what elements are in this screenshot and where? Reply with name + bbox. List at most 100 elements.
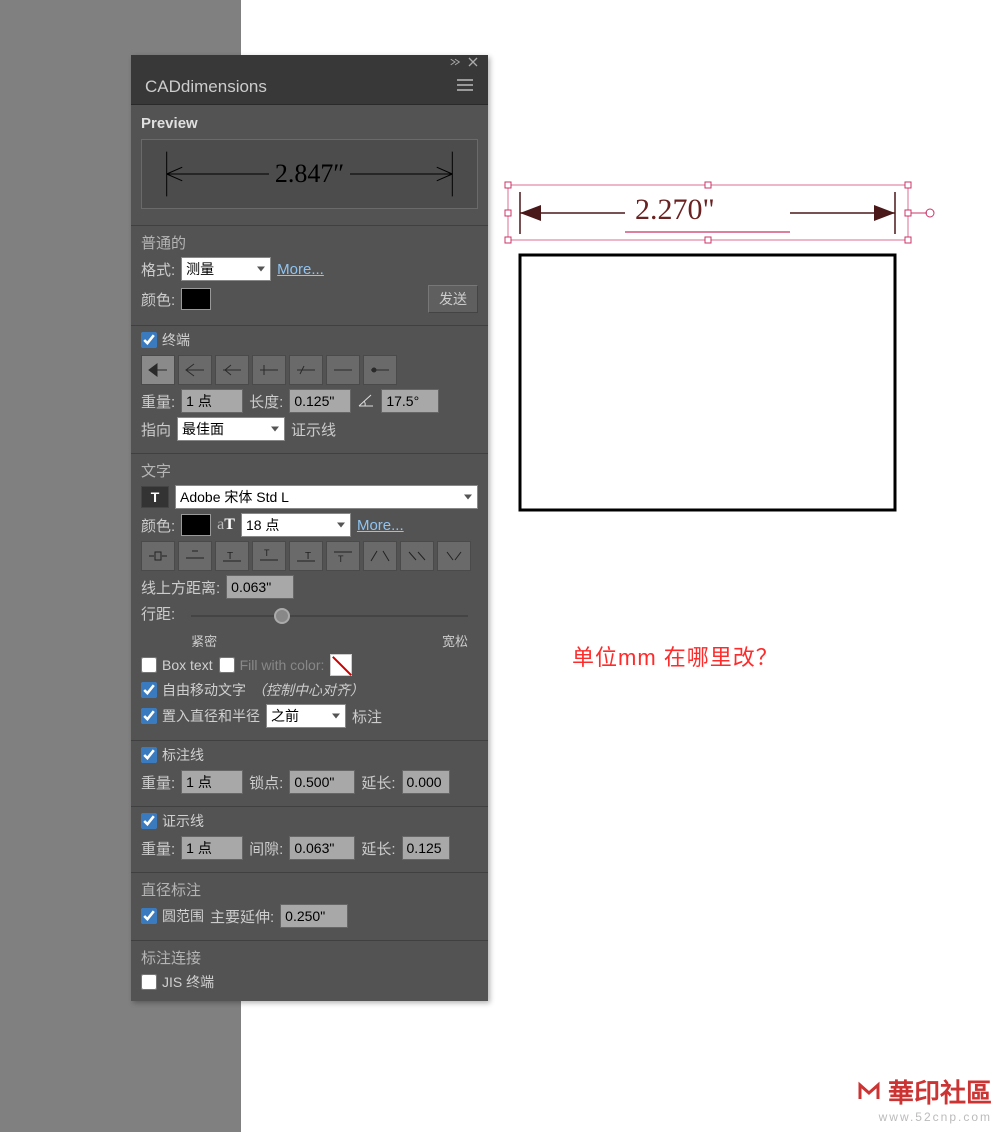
loose-label: 宽松	[442, 631, 468, 650]
text-pos-5[interactable]: T	[289, 541, 323, 571]
font-size-select[interactable]: 18 点	[241, 513, 351, 537]
circle-range-check[interactable]: 圆范围	[141, 906, 204, 926]
witness-label: 证示线	[291, 419, 336, 440]
insert-dia-check[interactable]: 置入直径和半径	[141, 706, 260, 726]
lead-label: 行距:	[141, 603, 175, 624]
dl-lock-label: 锁点:	[249, 772, 283, 793]
connect-section: 标注连接 JIS 终端	[131, 941, 488, 1001]
send-button[interactable]: 发送	[428, 285, 478, 313]
main-ext-label: 主要延伸:	[210, 906, 274, 927]
collapse-icon[interactable]	[450, 54, 460, 70]
question-text: 单位mm 在哪里改？	[572, 640, 779, 672]
free-move-hint: （控制中心对齐）	[252, 680, 364, 700]
format-select[interactable]: 测量	[181, 257, 271, 281]
wl-weight-input[interactable]	[181, 836, 243, 860]
length-input[interactable]	[289, 389, 351, 413]
arrow-style-5[interactable]	[289, 355, 323, 385]
tight-label: 紧密	[191, 631, 217, 650]
text-color-label: 颜色:	[141, 515, 175, 536]
witness-section: 证示线 重量: 间隙: 延长:	[131, 807, 488, 873]
terminal-check[interactable]: 终端	[141, 330, 190, 350]
arrow-style-1[interactable]	[141, 355, 175, 385]
text-pos-6[interactable]: T	[326, 541, 360, 571]
text-pos-4[interactable]: T	[252, 541, 286, 571]
font-size-icon: aT	[217, 516, 235, 534]
dl-weight-input[interactable]	[181, 770, 243, 794]
wl-gap-label: 间隙:	[249, 838, 283, 859]
dl-weight-label: 重量:	[141, 772, 175, 793]
wl-ext-input[interactable]	[402, 836, 450, 860]
angle-input[interactable]	[381, 389, 439, 413]
format-label: 格式:	[141, 259, 175, 280]
text-pos-7[interactable]	[363, 541, 397, 571]
lead-slider[interactable]	[191, 605, 468, 629]
terminal-section: 终端 重量: 长度: 指向 最佳面 证示线	[131, 326, 488, 454]
weight-label: 重量:	[141, 391, 175, 412]
color-swatch[interactable]	[181, 288, 211, 310]
free-move-check[interactable]: 自由移动文字	[141, 680, 246, 700]
orient-select[interactable]: 最佳面	[177, 417, 285, 441]
weight-input[interactable]	[181, 389, 243, 413]
watermark-main: 華印社區	[888, 1073, 992, 1110]
watermark-sub: www.52cnp.com	[854, 1110, 992, 1124]
canvas-area: 2.270"	[500, 155, 940, 545]
panel-controls	[131, 55, 488, 69]
main-ext-input[interactable]	[280, 904, 348, 928]
menu-icon[interactable]	[456, 76, 474, 97]
svg-text:T: T	[264, 548, 270, 558]
svg-text:T: T	[227, 551, 233, 562]
text-pos-1[interactable]	[141, 541, 175, 571]
dimline-check[interactable]: 标注线	[141, 745, 204, 765]
text-pos-2[interactable]	[178, 541, 212, 571]
text-more-link[interactable]: More...	[357, 517, 404, 534]
diameter-title: 直径标注	[141, 879, 478, 900]
wl-gap-input[interactable]	[289, 836, 355, 860]
arrowhead-group	[141, 355, 478, 385]
panel-window: CADdimensions Preview 2.847″ 普通的 格式: 测量 …	[131, 55, 488, 1001]
canvas-dim-text: 2.270"	[635, 193, 715, 227]
wl-ext-label: 延长:	[361, 838, 395, 859]
arrow-style-7[interactable]	[363, 355, 397, 385]
above-input[interactable]	[226, 575, 294, 599]
text-pos-group: T T T T	[141, 541, 478, 571]
close-icon[interactable]	[468, 54, 478, 70]
orient-label: 指向	[141, 419, 171, 440]
font-icon: T	[141, 486, 169, 508]
text-section: 文字 T Adobe 宋体 Std L 颜色: aT 18 点 More... …	[131, 454, 488, 741]
dl-ext-input[interactable]	[402, 770, 450, 794]
svg-text:T: T	[338, 554, 344, 564]
preview-label: Preview	[141, 109, 478, 136]
svg-text:T: T	[305, 551, 311, 562]
preview-box: 2.847″	[141, 139, 478, 209]
diameter-section: 直径标注 圆范围 主要延伸:	[131, 873, 488, 941]
fill-color-check[interactable]: Fill with color:	[219, 657, 325, 673]
color-label: 颜色:	[141, 289, 175, 310]
more-link[interactable]: More...	[277, 261, 324, 278]
canvas-svg	[500, 155, 940, 540]
normal-title: 普通的	[141, 232, 478, 253]
panel-title: CADdimensions	[145, 77, 267, 97]
arrow-style-3[interactable]	[215, 355, 249, 385]
text-color-swatch[interactable]	[181, 514, 211, 536]
preview-value: 2.847″	[269, 159, 350, 189]
box-text-check[interactable]: Box text	[141, 657, 213, 673]
text-pos-3[interactable]: T	[215, 541, 249, 571]
arrow-style-6[interactable]	[326, 355, 360, 385]
angle-icon	[357, 392, 375, 411]
normal-section: 普通的 格式: 测量 More... 颜色: 发送	[131, 226, 488, 326]
text-title: 文字	[141, 460, 478, 481]
dimline-section: 标注线 重量: 锁点: 延长:	[131, 741, 488, 807]
jis-check[interactable]: JIS 终端	[141, 972, 214, 992]
text-pos-9[interactable]	[437, 541, 471, 571]
arrow-style-4[interactable]	[252, 355, 286, 385]
arrow-style-2[interactable]	[178, 355, 212, 385]
witness-check[interactable]: 证示线	[141, 811, 204, 831]
text-pos-8[interactable]	[400, 541, 434, 571]
connect-title: 标注连接	[141, 947, 478, 968]
insert-when-select[interactable]: 之前	[266, 704, 346, 728]
preview-section: Preview 2.847″	[131, 105, 488, 226]
anno-label: 标注	[352, 706, 382, 727]
fill-swatch[interactable]	[330, 654, 352, 676]
font-select[interactable]: Adobe 宋体 Std L	[175, 485, 478, 509]
dl-lock-input[interactable]	[289, 770, 355, 794]
